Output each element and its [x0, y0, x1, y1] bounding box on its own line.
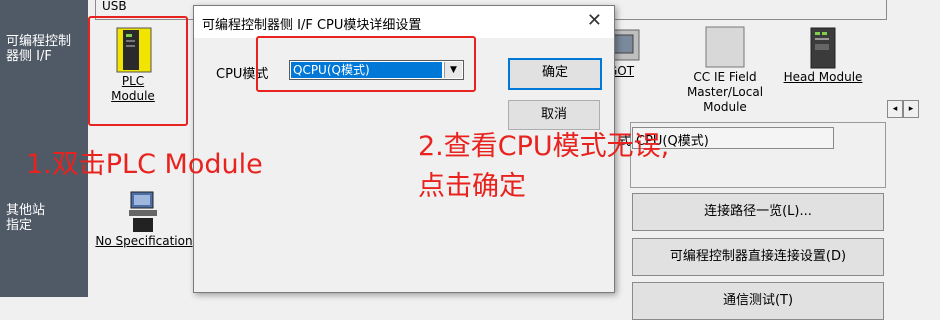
cc-ie-label-1: CC IE Field [693, 70, 757, 84]
scroll-right-button[interactable]: ▸ [903, 100, 919, 118]
ok-button[interactable]: 确定 [508, 58, 602, 90]
scroll-left-button[interactable]: ◂ [887, 100, 903, 118]
cc-ie-label-2: Master/Local [686, 85, 764, 99]
cc-ie-field-icon [705, 26, 745, 68]
no-specification-icon [129, 191, 157, 232]
no-specification-icon-button[interactable]: No Specification [94, 190, 194, 249]
annotation-step1: 1.双击PLC Module [26, 149, 263, 180]
highlight-cpu-mode [256, 36, 476, 92]
annotation-step2-line2: 点击确定 [418, 171, 526, 202]
dialog-title-bar: 可编程控制器侧 I/F CPU模块详细设置 ✕ [194, 6, 614, 38]
annotation-step2-line1: 2.查看CPU模式无误, [418, 131, 670, 162]
no-specification-label: No Specification [95, 234, 193, 248]
highlight-plc-module [88, 16, 188, 126]
close-icon[interactable]: ✕ [587, 12, 602, 30]
cc-ie-label-3: Module [703, 100, 747, 114]
cc-ie-field-icon-button[interactable]: CC IE Field Master/Local Module [682, 26, 768, 115]
connection-path-list-button[interactable]: 连接路径一览(L)... [632, 193, 884, 231]
communication-test-button[interactable]: 通信测试(T) [632, 282, 884, 320]
other-station-label: 其他站 指定 [6, 203, 46, 233]
head-module-label: Head Module [783, 70, 863, 84]
direct-connection-settings-button[interactable]: 可编程控制器直接连接设置(D) [632, 238, 884, 276]
head-module-icon-button[interactable]: Head Module [780, 26, 866, 85]
plc-side-if-label: 可编程控制 器侧 I/F [6, 34, 72, 64]
usb-label: USB [102, 0, 127, 13]
cancel-button[interactable]: 取消 [508, 100, 600, 130]
head-module-icon [810, 27, 836, 69]
dialog-title: 可编程控制器侧 I/F CPU模块详细设置 [202, 18, 422, 33]
